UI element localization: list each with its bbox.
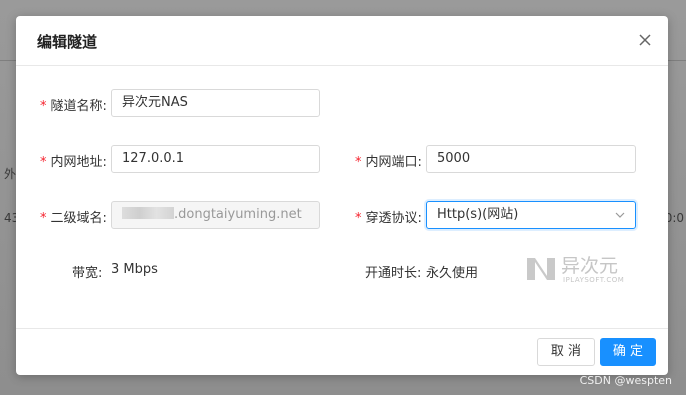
subdomain-value: .dongtaiyuming.net xyxy=(174,207,302,222)
watermark-title: 异次元 xyxy=(561,255,619,277)
edit-tunnel-dialog: 编辑隧道 * 隧道名称: 异次元NAS * 内网地址: 127.0.0.1 * 内网端… xyxy=(16,16,668,375)
bandwidth-value: 3 Mbps xyxy=(111,262,158,277)
required-marker: * xyxy=(355,155,362,170)
lan-port-value: 5000 xyxy=(437,151,471,166)
redacted-prefix xyxy=(122,207,174,219)
close-icon[interactable] xyxy=(636,31,654,49)
dialog-title: 编辑隧道 xyxy=(37,33,98,51)
lan-address-input[interactable]: 127.0.0.1 xyxy=(111,145,320,173)
tunnel-name-value: 异次元NAS xyxy=(122,95,188,110)
lan-address-value: 127.0.0.1 xyxy=(122,151,185,166)
lan-address-label-text: 内网地址: xyxy=(50,155,107,170)
subdomain-label: * 二级域名: xyxy=(40,207,107,226)
cancel-button[interactable]: 取 消 xyxy=(537,338,595,366)
protocol-label: * 穿透协议: xyxy=(355,207,422,226)
duration-label: 开通时长: xyxy=(365,266,422,281)
tunnel-name-label-text: 隧道名称: xyxy=(50,99,107,114)
duration-value: 永久使用 xyxy=(426,266,479,281)
required-marker: * xyxy=(40,211,47,226)
tunnel-name-label: * 隧道名称: xyxy=(40,95,107,114)
lan-port-label: * 内网端口: xyxy=(355,151,422,170)
required-marker: * xyxy=(40,99,47,114)
bandwidth-label: 带宽: xyxy=(72,266,103,281)
subdomain-label-text: 二级域名: xyxy=(50,211,107,226)
chevron-down-icon xyxy=(615,212,625,218)
watermark: 异次元 IPLAYSOFT.COM xyxy=(525,252,640,290)
subdomain-input: .dongtaiyuming.net xyxy=(111,201,320,229)
background-text: 外 xyxy=(4,167,17,181)
credit-text: CSDN @wespten xyxy=(579,374,672,387)
required-marker: * xyxy=(40,155,47,170)
lan-port-label-text: 内网端口: xyxy=(365,155,422,170)
watermark-logo-icon xyxy=(527,258,555,280)
protocol-value: Http(s)(网站) xyxy=(437,207,519,222)
lan-port-input[interactable]: 5000 xyxy=(426,145,636,173)
required-marker: * xyxy=(355,211,362,226)
protocol-label-text: 穿透协议: xyxy=(365,211,422,226)
watermark-subtitle: IPLAYSOFT.COM xyxy=(563,276,625,284)
protocol-select[interactable]: Http(s)(网站) xyxy=(426,201,636,229)
lan-address-label: * 内网地址: xyxy=(40,151,107,170)
tunnel-name-input[interactable]: 异次元NAS xyxy=(111,89,320,117)
dialog-header: 编辑隧道 xyxy=(16,16,668,66)
confirm-button[interactable]: 确 定 xyxy=(600,338,656,366)
dialog-footer: 取 消 确 定 xyxy=(16,328,668,375)
